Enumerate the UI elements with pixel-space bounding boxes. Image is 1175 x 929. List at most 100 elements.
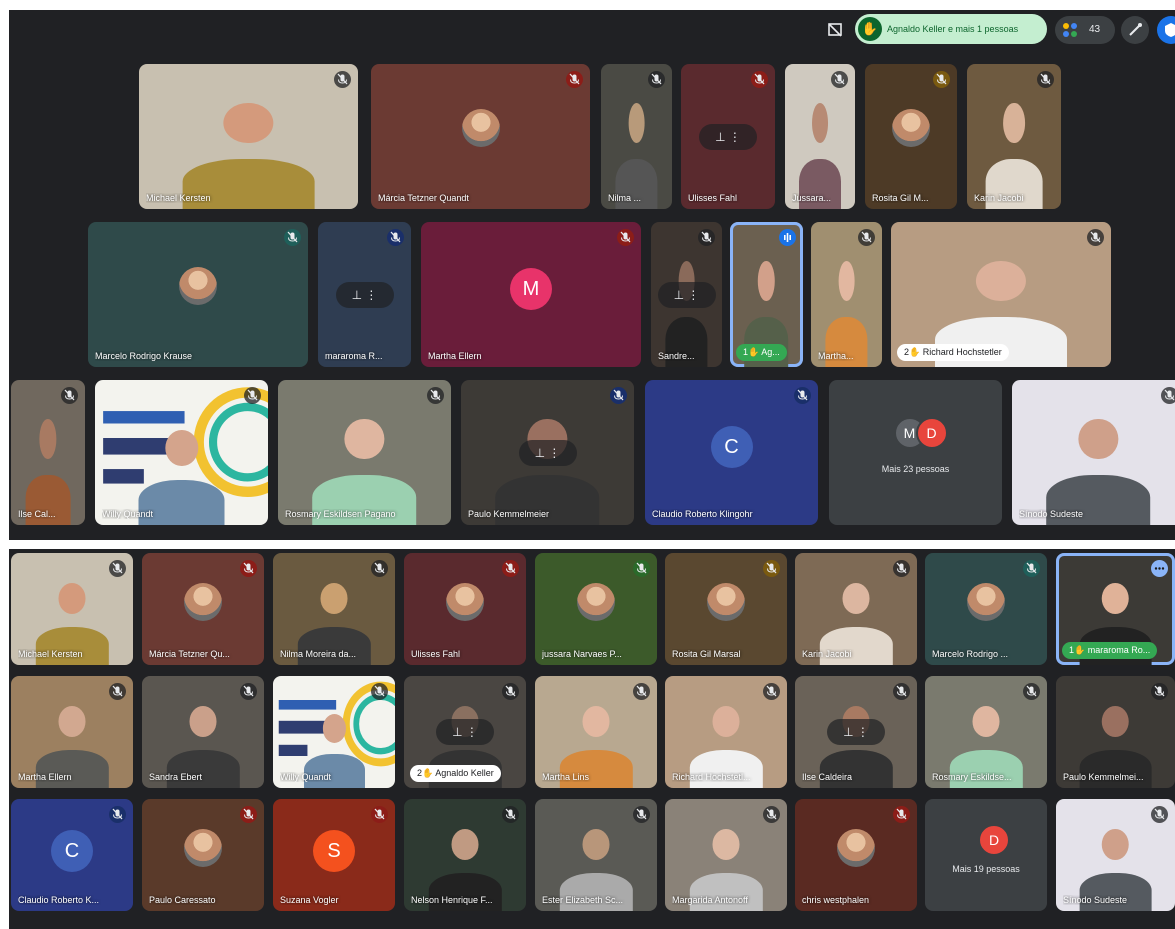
participant-name: Marcelo Rodrigo ... [932,649,1009,659]
participant-tile-paulo-kemmelmeier[interactable]: ⊥ ⋮ Paulo Kemmelmeier [461,380,634,525]
participant-tile-mararoma-ro[interactable]: 1✋ mararoma Ro... [1056,553,1175,665]
participant-name: Suzana Vogler [280,895,339,905]
pin-icon[interactable]: ⊥ [352,288,362,302]
presentation-icon[interactable] [821,16,849,44]
profile-photo-avatar [577,583,615,622]
tile-hover-controls[interactable]: ⊥ ⋮ [335,281,394,308]
participant-tile-michael-kersten[interactable]: Michael Kersten [11,553,133,665]
participant-name: Rosita Gil Marsal [672,649,741,659]
mic-off-icon [1161,387,1175,404]
pin-icon[interactable]: ⊥ [674,288,684,302]
participant-tile-ulisses-fahl[interactable]: Ulisses Fahl [404,553,526,665]
participant-tile-willy-quandt[interactable]: Willy Quandt [273,676,395,788]
participant-tile-richard-hochstetl[interactable]: Richard Hochstetl... [665,676,787,788]
participant-tile-claudio-roberto-k[interactable]: C Claudio Roberto K... [11,799,133,911]
tile-hover-controls[interactable]: ⊥ ⋮ [699,123,757,150]
participant-tile-sandra-ebert[interactable]: Sandra Ebert [142,676,264,788]
participant-tile-rosmary-eskildsen-pagano[interactable]: Rosmary Eskildsen Pagano [278,380,451,525]
more-options-icon[interactable]: ⋮ [365,288,377,302]
participant-tile-rosmary-eskildse[interactable]: Rosmary Eskildse... [925,676,1047,788]
participant-tile-richard-hochstetler[interactable]: 2✋ Richard Hochstetler [891,222,1111,367]
participant-tile-nilma-moreira-da[interactable]: Nilma Moreira da... [273,553,395,665]
tile-hover-controls[interactable]: ⊥ ⋮ [657,281,716,308]
participant-tile-claudio-roberto-klingohr[interactable]: C Claudio Roberto Klingohr [645,380,818,525]
more-options-icon[interactable]: ⋮ [857,725,869,739]
participant-tile-mararoma-r[interactable]: ⊥ ⋮ mararoma R... [318,222,411,367]
participant-tile-mais-23-pessoas[interactable]: M D Mais 23 pessoas [829,380,1002,525]
more-options-icon[interactable] [1151,560,1168,577]
pin-icon[interactable]: ⊥ [843,725,853,739]
participant-name: Karin Jacobi [974,193,1024,203]
participant-tile-suzana-vogler[interactable]: S Suzana Vogler [273,799,395,911]
participant-tile-martha-ellern[interactable]: Martha Ellern [11,676,133,788]
more-options-icon[interactable]: ⋮ [548,446,560,460]
mic-off-icon [427,387,444,404]
participant-tile-s-nodo-sudeste[interactable]: Sínodo Sudeste [1056,799,1175,911]
participant-tile-chris-westphalen[interactable]: chris westphalen [795,799,917,911]
top-toolbar: ✋ Agnaldo Keller e mais 1 pessoas 43 [9,10,1175,50]
participant-tile-sandre[interactable]: ⊥ ⋮ Sandre... [651,222,722,367]
participant-tile-agnaldo-keller[interactable]: ⊥ ⋮ 2✋ Agnaldo Keller [404,676,526,788]
participant-tile-ester-elizabeth-sc[interactable]: Ester Elizabeth Sc... [535,799,657,911]
profile-photo-avatar [179,266,217,305]
mic-off-icon [1151,806,1168,823]
mic-off-icon [633,806,650,823]
participant-tile-jussara-narvaes-p[interactable]: jussara Narvaes P... [535,553,657,665]
participant-name: Nilma ... [608,193,642,203]
more-options-icon[interactable]: ⋮ [687,288,699,302]
participant-name: Paulo Kemmelmeier [468,509,550,519]
pin-icon[interactable]: ⊥ [535,446,545,460]
raised-hands-text: Agnaldo Keller e mais 1 pessoas [887,24,1019,34]
participant-name: Ulisses Fahl [411,649,461,659]
pin-icon[interactable]: ⊥ [715,130,725,144]
initial-avatar: S [313,829,355,872]
participant-tile-m-rcia-tetzner-qu[interactable]: Márcia Tetzner Qu... [142,553,264,665]
participant-name: Margarida Antonoff [672,895,748,905]
raised-hands-indicator[interactable]: ✋ Agnaldo Keller e mais 1 pessoas [855,14,1047,44]
pin-icon[interactable]: ⊥ [452,725,462,739]
participant-tile-nilma[interactable]: Nilma ... [601,64,672,209]
participant-tile-rosita-gil-m[interactable]: Rosita Gil M... [865,64,957,209]
raised-hand-name-pill: 1✋ mararoma Ro... [1062,642,1158,659]
participant-tile-karin-jacobi[interactable]: Karin Jacobi [967,64,1061,209]
participant-tile-marcelo-rodrigo[interactable]: Marcelo Rodrigo ... [925,553,1047,665]
participant-name: Rosmary Eskildsen Pagano [285,509,396,519]
raised-hand-icon: ✋ [748,347,762,357]
participant-tile-ag[interactable]: 1✋ Ag... [730,222,803,367]
participant-name: Marcelo Rodrigo Krause [95,351,193,361]
mic-off-icon [831,71,848,88]
participant-tile-paulo-caressato[interactable]: Paulo Caressato [142,799,264,911]
participant-tile-rosita-gil-marsal[interactable]: Rosita Gil Marsal [665,553,787,665]
participant-tile-martha-ellern[interactable]: M Martha Ellern [421,222,641,367]
participant-tile-m-rcia-tetzner-quandt[interactable]: Márcia Tetzner Quandt [371,64,590,209]
activities-button[interactable] [1121,16,1149,44]
participant-name: Paulo Caressato [149,895,216,905]
participant-tile-jussara[interactable]: Jussara... [785,64,855,209]
profile-photo-avatar [967,583,1005,622]
more-options-icon[interactable]: ⋮ [729,130,741,144]
participant-tile-michael-kersten[interactable]: Michael Kersten [139,64,358,209]
participant-tile-martha[interactable]: Martha... [811,222,882,367]
participant-name: Sandre... [658,351,695,361]
participant-tile-s-nodo-sudeste[interactable]: Sínodo Sudeste [1012,380,1175,525]
participant-tile-nelson-henrique-f[interactable]: Nelson Henrique F... [404,799,526,911]
participant-tile-martha-lins[interactable]: Martha Lins [535,676,657,788]
host-controls-button[interactable] [1157,16,1175,44]
participant-tile-ilse-cal[interactable]: Ilse Cal... [11,380,85,525]
participant-tile-ilse-caldeira[interactable]: ⊥ ⋮ Ilse Caldeira [795,676,917,788]
tile-hover-controls[interactable]: ⊥ ⋮ [827,719,885,745]
participant-tile-marcelo-rodrigo-krause[interactable]: Marcelo Rodrigo Krause [88,222,308,367]
mic-off-icon [751,71,768,88]
more-options-icon[interactable]: ⋮ [466,725,478,739]
participant-tile-ulisses-fahl[interactable]: ⊥ ⋮ Ulisses Fahl [681,64,775,209]
participant-tile-willy-quandt[interactable]: Willy Quandt [95,380,268,525]
participant-name: mararoma R... [325,351,383,361]
participants-button[interactable]: 43 [1055,16,1115,44]
participant-name: Willy Quandt [102,509,154,519]
participant-tile-margarida-antonoff[interactable]: Margarida Antonoff [665,799,787,911]
tile-hover-controls[interactable]: ⊥ ⋮ [518,439,577,466]
participant-tile-mais-19-pessoas[interactable]: D Mais 19 pessoas [925,799,1047,911]
participant-tile-karin-jacobi[interactable]: Karin Jacobi [795,553,917,665]
tile-hover-controls[interactable]: ⊥ ⋮ [436,719,494,745]
participant-tile-paulo-kemmelmei[interactable]: Paulo Kemmelmei... [1056,676,1175,788]
